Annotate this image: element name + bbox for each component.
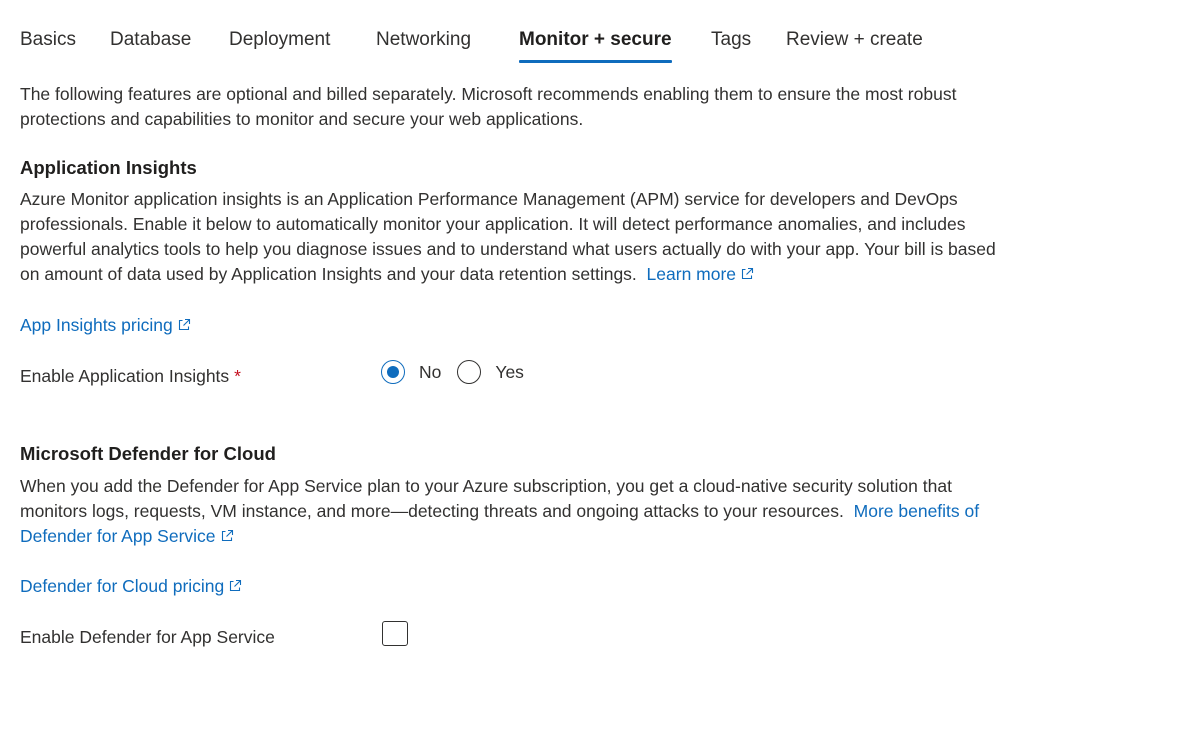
radio-option-yes[interactable]: Yes <box>457 360 524 385</box>
open-external-icon <box>220 529 234 543</box>
intro-text: The following features are optional and … <box>20 84 957 129</box>
required-marker: * <box>234 366 241 386</box>
open-external-icon <box>228 579 242 593</box>
app-insights-heading: Application Insights <box>20 157 197 178</box>
tab-basics[interactable]: Basics <box>20 26 76 54</box>
enable-app-insights-text: Enable Application Insights <box>20 366 230 386</box>
tab-database[interactable]: Database <box>110 26 191 54</box>
radio-yes[interactable] <box>457 360 482 384</box>
tab-networking[interactable]: Networking <box>376 26 471 54</box>
radio-yes-label[interactable]: Yes <box>495 360 524 385</box>
open-external-icon <box>740 267 754 281</box>
defender-description-text: When you add the Defender for App Servic… <box>20 476 952 521</box>
defender-description: When you add the Defender for App Servic… <box>20 474 1005 549</box>
radio-no[interactable] <box>381 360 405 384</box>
tab-monitor-secure[interactable]: Monitor + secure <box>519 26 672 63</box>
open-external-icon <box>177 318 191 332</box>
enable-app-insights-label: Enable Application Insights * <box>20 364 241 389</box>
tab-tags[interactable]: Tags <box>711 26 751 54</box>
app-insights-description: Azure Monitor application insights is an… <box>20 187 1005 287</box>
radio-no-label[interactable]: No <box>419 360 441 385</box>
defender-pricing-link[interactable]: Defender for Cloud pricing <box>20 574 242 599</box>
defender-pricing-label: Defender for Cloud pricing <box>20 576 225 596</box>
wizard-tabs: Basics Database Deployment Networking Mo… <box>0 0 1187 66</box>
app-insights-pricing-link[interactable]: App Insights pricing <box>20 313 191 338</box>
enable-defender-checkbox[interactable] <box>382 621 408 646</box>
app-insights-description-text: Azure Monitor application insights is an… <box>20 189 996 284</box>
tab-review-create[interactable]: Review + create <box>786 26 923 54</box>
tab-deployment[interactable]: Deployment <box>229 26 330 54</box>
learn-more-label: Learn more <box>646 264 737 284</box>
enable-defender-label: Enable Defender for App Service <box>20 627 275 647</box>
radio-option-no[interactable]: No <box>381 360 441 385</box>
defender-heading: Microsoft Defender for Cloud <box>20 443 276 464</box>
enable-app-insights-radio-group: No Yes <box>381 358 524 386</box>
learn-more-link[interactable]: Learn more <box>647 264 755 284</box>
app-insights-pricing-label: App Insights pricing <box>20 315 173 335</box>
